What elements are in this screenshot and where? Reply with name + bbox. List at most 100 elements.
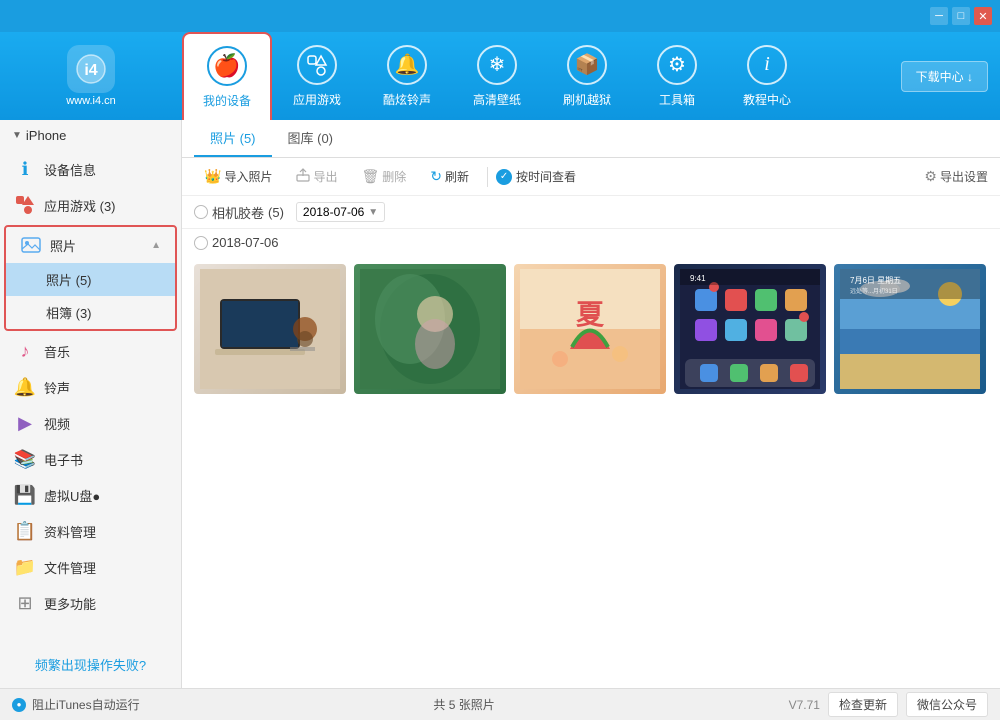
music-icon: ♪ — [14, 340, 36, 362]
import-btn[interactable]: 👑 导入照片 — [194, 164, 282, 189]
camera-roll-count: (5) — [268, 205, 284, 220]
maximize-button[interactable]: □ — [952, 7, 970, 25]
photos-collapse-icon: ▲ — [151, 240, 161, 251]
sidebar-item-music[interactable]: ♪ 音乐 — [0, 333, 181, 369]
nav-tab-my-device-label: 我的设备 — [203, 92, 251, 109]
nav-tab-toolbox-label: 工具箱 — [659, 91, 695, 108]
sidebar-item-video[interactable]: ▶ 视频 — [0, 405, 181, 441]
ringtones-icon: 🔔 — [387, 45, 427, 85]
sidebar-item-album-label: 相簿 (3) — [46, 303, 161, 322]
apps-icon — [297, 45, 337, 85]
refresh-btn[interactable]: ↻ 刷新 — [420, 164, 479, 189]
delete-label: 删除 — [382, 168, 406, 185]
date-group-header: 2018-07-06 — [182, 229, 1000, 256]
file-mgmt-icon: 📁 — [14, 556, 36, 578]
wechat-button[interactable]: 微信公众号 — [906, 692, 988, 717]
sidebar-item-file-mgmt[interactable]: 📁 文件管理 — [0, 549, 181, 585]
photo-grid: 夏 — [182, 256, 1000, 402]
photo-count-label: 共 5 张照片 — [433, 696, 494, 713]
content-area: 照片 (5) 图库 (0) 👑 导入照片 导出 🗑 删除 ↻ 刷新 — [182, 120, 1000, 688]
nav-tab-ringtones[interactable]: 🔔 酷炫铃声 — [362, 32, 452, 120]
photo-item-5[interactable]: 7月6日 星期五 远处等...月初31日 — [834, 264, 986, 394]
sidebar-item-apps-label: 应用游戏 (3) — [44, 196, 167, 215]
sidebar-item-album[interactable]: 相簿 (3) — [6, 296, 175, 329]
check-update-button[interactable]: 检查更新 — [828, 692, 898, 717]
jailbreak-icon: 📦 — [567, 45, 607, 85]
wallpapers-icon: ❄ — [477, 45, 517, 85]
photo-item-1[interactable] — [194, 264, 346, 394]
photo-item-3[interactable]: 夏 — [514, 264, 666, 394]
photo-item-2[interactable] — [354, 264, 506, 394]
device-info-icon: ℹ — [14, 158, 36, 180]
minimize-button[interactable]: ─ — [930, 7, 948, 25]
sidebar-item-ebooks[interactable]: 📚 电子书 — [0, 441, 181, 477]
device-label: iPhone — [26, 128, 66, 143]
tutorials-icon: i — [747, 45, 787, 85]
nav-tab-my-device[interactable]: 🍎 我的设备 — [182, 32, 272, 120]
logo-icon: i4 — [67, 45, 115, 93]
nav-tab-toolbox[interactable]: ⚙ 工具箱 — [632, 32, 722, 120]
date-selector[interactable]: 2018-07-06 ▼ — [296, 202, 385, 222]
sidebar-item-photos-label: 照片 — [50, 236, 151, 255]
toolbar-divider — [487, 167, 488, 187]
sidebar-item-file-mgmt-label: 文件管理 — [44, 558, 167, 577]
photo-1-visual — [194, 264, 346, 394]
sidebar-item-ringtones-label: 铃声 — [44, 378, 167, 397]
sub-tab-photos[interactable]: 照片 (5) — [194, 120, 272, 157]
svg-text:i4: i4 — [84, 62, 97, 79]
sidebar-item-ringtones[interactable]: 🔔 铃声 — [0, 369, 181, 405]
sidebar-item-photos-sub[interactable]: 照片 (5) — [6, 263, 175, 296]
close-button[interactable]: ✕ — [974, 7, 992, 25]
itunes-label: 阻止iTunes自动运行 — [32, 696, 140, 713]
export-settings-btn[interactable]: ⚙ 导出设置 — [924, 168, 988, 185]
camera-roll-label: 相机胶卷 — [212, 203, 264, 222]
photo-3-visual: 夏 — [514, 264, 666, 394]
sidebar: ▼ iPhone ℹ 设备信息 应用游戏 (3) 照片 ▲ 照片 (5) — [0, 120, 182, 688]
timeline-option[interactable]: ✓ 按时间查看 — [496, 168, 576, 185]
more-icon: ⊞ — [14, 592, 36, 614]
nav-tab-wallpapers[interactable]: ❄ 高清壁纸 — [452, 32, 542, 120]
gear-icon: ⚙ — [924, 168, 937, 185]
freq-fail-button[interactable]: 频繁出现操作失败? — [10, 651, 171, 678]
sidebar-item-photos[interactable]: 照片 ▲ — [6, 227, 175, 263]
nav-tab-jailbreak[interactable]: 📦 刷机越狱 — [542, 32, 632, 120]
ebooks-icon: 📚 — [14, 448, 36, 470]
export-icon — [296, 168, 310, 185]
export-label: 导出 — [313, 168, 337, 185]
export-btn[interactable]: 导出 — [286, 164, 347, 189]
sidebar-item-more-label: 更多功能 — [44, 594, 167, 613]
sidebar-item-udisk[interactable]: 💾 虚拟U盘● — [0, 477, 181, 513]
nav-tab-tutorials-label: 教程中心 — [743, 91, 791, 108]
import-icon: 👑 — [204, 168, 221, 185]
sidebar-device[interactable]: ▼ iPhone — [0, 120, 181, 151]
my-device-icon: 🍎 — [207, 46, 247, 86]
ringtones-sidebar-icon: 🔔 — [14, 376, 36, 398]
camera-roll-option[interactable]: 相机胶卷 (5) — [194, 203, 284, 222]
status-bar: ● 阻止iTunes自动运行 共 5 张照片 V7.71 检查更新 微信公众号 — [0, 688, 1000, 720]
toolbox-icon: ⚙ — [657, 45, 697, 85]
date-group-radio[interactable] — [194, 236, 208, 250]
sidebar-photo-group: 照片 ▲ 照片 (5) 相簿 (3) — [4, 225, 177, 331]
date-dropdown-icon: ▼ — [368, 207, 378, 218]
nav-tab-tutorials[interactable]: i 教程中心 — [722, 32, 812, 120]
sidebar-item-device-info[interactable]: ℹ 设备信息 — [0, 151, 181, 187]
data-mgmt-icon: 📋 — [14, 520, 36, 542]
photo-item-4[interactable]: 9:41 — [674, 264, 826, 394]
camera-roll-radio — [194, 205, 208, 219]
sidebar-item-data-mgmt[interactable]: 📋 资料管理 — [0, 513, 181, 549]
sidebar-footer: 频繁出现操作失败? — [0, 641, 181, 688]
sidebar-item-video-label: 视频 — [44, 414, 167, 433]
download-button[interactable]: 下载中心 ↓ — [901, 61, 988, 92]
delete-btn[interactable]: 🗑 删除 — [351, 164, 416, 189]
import-label: 导入照片 — [224, 168, 272, 185]
timeline-label: 按时间查看 — [516, 168, 576, 185]
logo-area: i4 www.i4.cn — [0, 37, 182, 115]
refresh-icon: ↻ — [430, 168, 442, 185]
sidebar-item-apps[interactable]: 应用游戏 (3) — [0, 187, 181, 223]
sidebar-item-more[interactable]: ⊞ 更多功能 — [0, 585, 181, 621]
sub-tab-gallery[interactable]: 图库 (0) — [272, 120, 350, 157]
sidebar-item-ebooks-label: 电子书 — [44, 450, 167, 469]
photo-2-visual — [354, 264, 506, 394]
refresh-label: 刷新 — [445, 168, 469, 185]
nav-tab-apps[interactable]: 应用游戏 — [272, 32, 362, 120]
